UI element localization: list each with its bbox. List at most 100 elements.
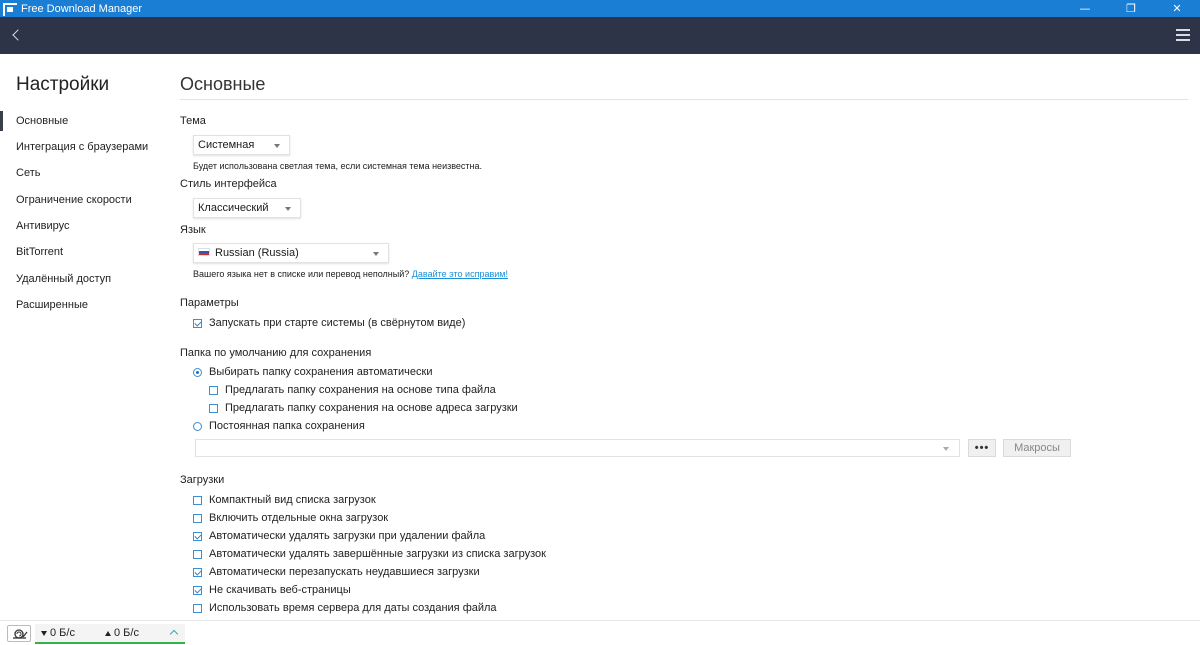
folder-by-url-checkbox[interactable] [209,403,218,413]
speed-indicator[interactable]: 0 Б/с 0 Б/с [35,624,185,644]
language-hint-text: Вашего языка нет в списке или перевод не… [193,269,410,279]
sidebar-item-advanced[interactable]: Расширенные [0,294,168,316]
download-option-row[interactable]: Автоматически удалять завершённые загруз… [193,546,546,562]
folder-by-url-row[interactable]: Предлагать папку сохранения на основе ад… [209,400,518,416]
compact-list-checkbox[interactable] [193,495,202,505]
sidebar-item-remote-access[interactable]: Удалённый доступ [0,268,168,290]
save-folder-label: Папка по умолчанию для сохранения [180,347,372,359]
upload-speed-value: 0 Б/с [114,627,139,639]
chevron-up-icon[interactable] [169,629,179,639]
download-option-row[interactable]: Использовать время сервера для даты созд… [193,600,497,616]
download-speed: 0 Б/с [41,627,75,639]
sidebar-item-speed-limit[interactable]: Ограничение скорости [0,189,168,211]
snail-icon-graphic [13,629,28,639]
sidebar-item-network[interactable]: Сеть [0,162,168,184]
window-title: Free Download Manager [21,2,143,15]
sidebar-item-label: BitTorrent [16,246,64,258]
download-option-row[interactable]: Автоматически перезапускать неудавшиеся … [193,564,480,580]
sidebar-item-label: Ограничение скорости [16,194,132,206]
sidebar-title: Настройки [16,74,110,95]
separate-windows-checkbox[interactable] [193,513,202,523]
hamburger-menu-icon[interactable] [1176,29,1190,41]
folder-by-type-row[interactable]: Предлагать папку сохранения на основе ти… [209,382,496,398]
restore-icon[interactable]: ❐ [1108,0,1154,17]
download-option-label: Использовать время сервера для даты созд… [209,602,497,614]
sidebar-item-bittorrent[interactable]: BitTorrent [0,241,168,263]
page-title: Основные [180,74,266,94]
sidebar-item-general[interactable]: Основные [0,110,168,132]
auto-folder-radio[interactable] [193,367,202,377]
autostart-label: Запускать при старте системы (в свёрнуто… [209,317,466,329]
divider [180,99,1188,100]
chevron-down-icon [274,144,280,148]
language-select-value: Russian (Russia) [215,247,299,259]
sidebar-item-label: Антивирус [16,220,70,232]
sidebar-item-antivirus[interactable]: Антивирус [0,215,168,237]
fixed-folder-radio-row[interactable]: Постоянная папка сохранения [193,418,365,434]
autostart-checkbox-row[interactable]: Запускать при старте системы (в свёрнуто… [193,315,465,331]
auto-remove-on-delete-checkbox[interactable] [193,531,202,541]
folder-by-type-checkbox[interactable] [209,385,218,395]
download-option-row[interactable]: Включить отдельные окна загрузок [193,510,388,526]
settings-main: Основные Тема Системная Будет использова… [180,54,1188,620]
title-bar: Free Download Manager — ❐ ✕ [0,0,1200,17]
folder-by-url-label: Предлагать папку сохранения на основе ад… [225,402,518,414]
download-option-label: Автоматически удалять загрузки при удале… [209,530,486,542]
chevron-left-icon[interactable] [6,26,26,46]
arrow-up-icon [105,630,111,636]
params-label: Параметры [180,297,239,309]
download-option-row[interactable]: Автоматически удалять загрузки при удале… [193,528,485,544]
downloads-label: Загрузки [180,474,225,486]
theme-select[interactable]: Системная [193,135,290,155]
download-option-label: Автоматически удалять завершённые загруз… [209,548,546,560]
fdm-logo-icon [3,3,17,16]
download-option-label: Включить отдельные окна загрузок [209,512,389,524]
chevron-down-icon [373,252,379,256]
sidebar-item-label: Расширенные [16,299,88,311]
settings-sidebar: Настройки Основные Интеграция с браузера… [0,54,168,620]
download-option-label: Автоматически перезапускать неудавшиеся … [209,566,480,578]
window-controls: — ❐ ✕ [1062,0,1200,17]
auto-folder-label: Выбирать папку сохранения автоматически [209,366,433,378]
sidebar-item-label: Удалённый доступ [16,273,112,285]
download-speed-value: 0 Б/с [50,627,75,639]
sidebar-item-label: Сеть [16,167,41,179]
ui-style-select-value: Классический [198,202,269,214]
save-path-combobox[interactable] [195,439,960,457]
status-bar: 0 Б/с 0 Б/с [0,620,1200,645]
skip-web-pages-checkbox[interactable] [193,585,202,595]
language-hint: Вашего языка нет в списке или перевод не… [193,269,508,279]
russia-flag-icon [198,248,210,257]
fixed-folder-label: Постоянная папка сохранения [209,420,365,432]
autostart-checkbox[interactable] [193,318,202,328]
ui-style-select[interactable]: Классический [193,198,301,218]
close-icon[interactable]: ✕ [1154,0,1200,17]
theme-select-value: Системная [198,139,255,151]
language-label: Язык [180,224,206,236]
auto-restart-failed-checkbox[interactable] [193,567,202,577]
download-option-label: Компактный вид списка загрузок [209,494,376,506]
sidebar-item-label: Основные [16,115,69,127]
theme-label: Тема [180,115,206,127]
browse-folder-button[interactable]: ••• [968,439,996,457]
sidebar-item-browser-integration[interactable]: Интеграция с браузерами [0,136,168,158]
fix-translation-link[interactable]: Давайте это исправим! [412,269,508,279]
fixed-folder-radio[interactable] [193,421,202,431]
chevron-down-icon [943,447,949,451]
minimize-icon[interactable]: — [1062,0,1108,17]
auto-remove-completed-checkbox[interactable] [193,549,202,559]
download-option-row[interactable]: Компактный вид списка загрузок [193,492,376,508]
theme-hint: Будет использована светлая тема, если си… [193,161,483,171]
macros-button[interactable]: Макросы [1003,439,1071,457]
arrow-down-icon [41,630,47,636]
language-select[interactable]: Russian (Russia) [193,243,389,263]
snail-icon[interactable] [7,625,31,642]
toolbar [0,17,1200,54]
ui-style-label: Стиль интерфейса [180,178,277,190]
folder-by-type-label: Предлагать папку сохранения на основе ти… [225,384,496,396]
download-option-label: Не скачивать веб-страницы [209,584,351,596]
server-time-checkbox[interactable] [193,603,202,613]
chevron-down-icon [285,207,291,211]
auto-folder-radio-row[interactable]: Выбирать папку сохранения автоматически [193,364,433,380]
download-option-row[interactable]: Не скачивать веб-страницы [193,582,351,598]
